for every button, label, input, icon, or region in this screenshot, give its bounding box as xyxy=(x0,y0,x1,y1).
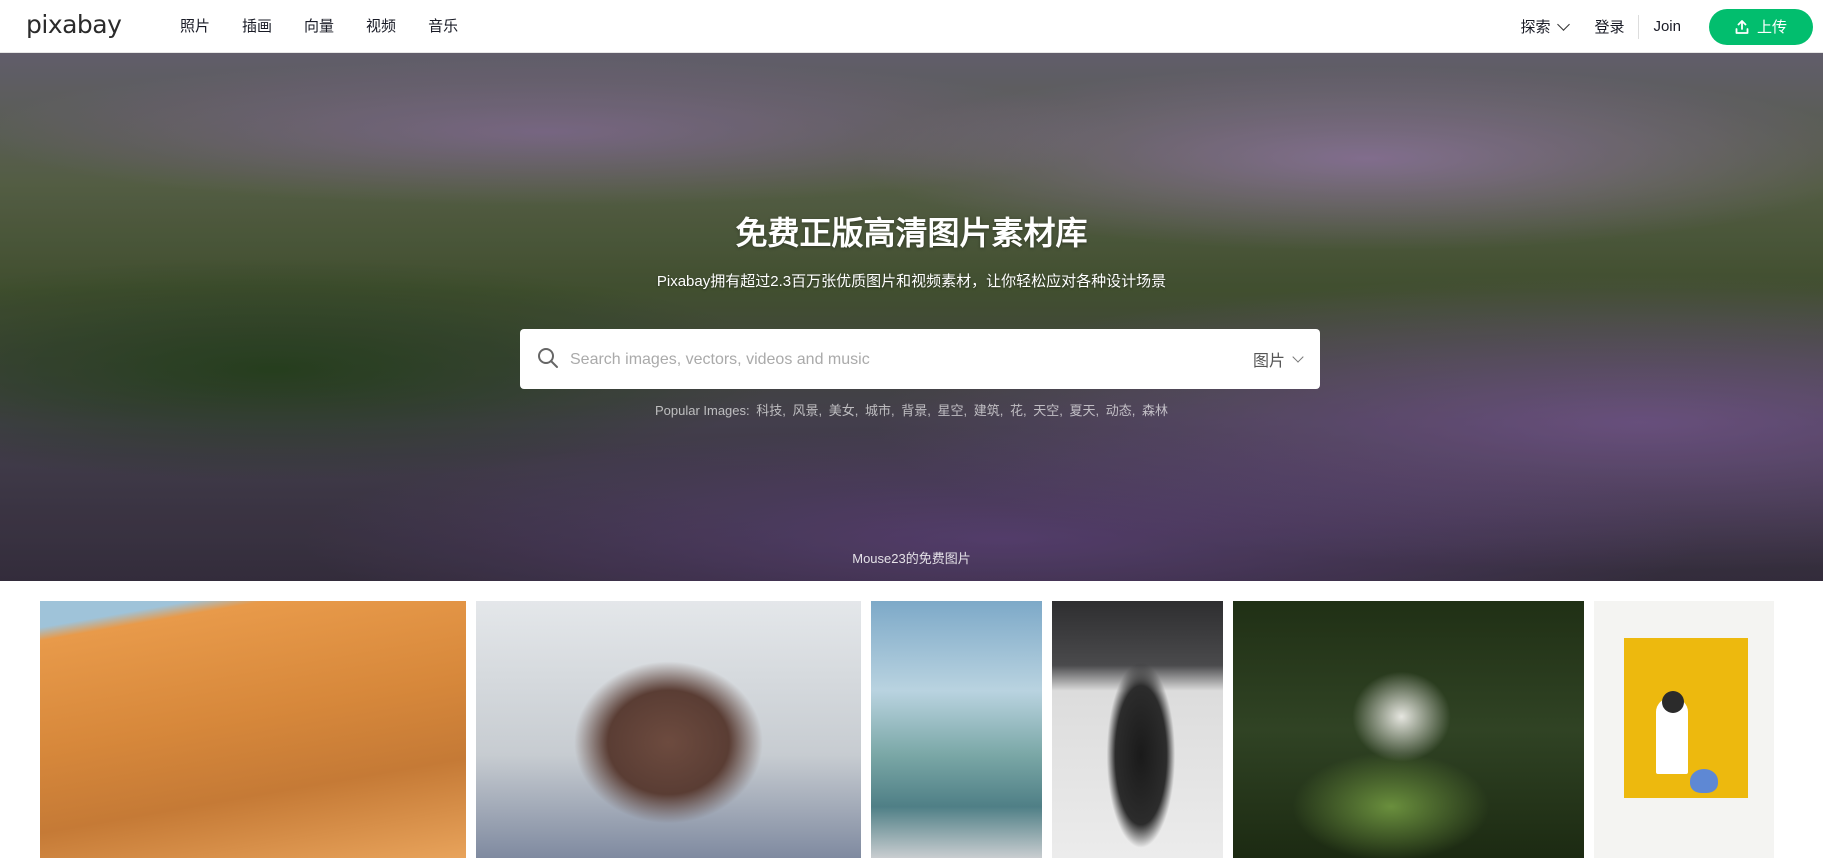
upload-label: 上传 xyxy=(1756,19,1787,36)
popular-tag[interactable]: 星空, xyxy=(938,403,968,418)
image-credit-link[interactable]: Mouse23的免费图片 xyxy=(0,548,1823,567)
nav-vectors[interactable]: 向量 xyxy=(304,0,334,53)
popular-label: Popular Images: xyxy=(654,403,750,418)
popular-tag[interactable]: 夏天, xyxy=(1070,403,1100,418)
hero-title: 免费正版高清图片素材库 xyxy=(735,215,1088,251)
gallery-image-woman[interactable] xyxy=(1052,601,1223,858)
top-navbar: pixabay 照片 插画 向量 视频 音乐 探索 登录 Join 上传 xyxy=(0,0,1823,53)
pixabay-logo[interactable]: pixabay xyxy=(26,10,122,40)
illustration-head xyxy=(1662,691,1684,713)
gallery-image-desert[interactable] xyxy=(40,601,466,858)
search-type-dropdown[interactable]: 图片 xyxy=(1252,329,1304,389)
nav-music[interactable]: 音乐 xyxy=(428,0,458,53)
popular-tag[interactable]: 风景, xyxy=(793,403,823,418)
search-bar: 图片 xyxy=(520,329,1320,391)
popular-tag[interactable]: 建筑, xyxy=(974,403,1004,418)
gallery-image-seascape[interactable] xyxy=(871,601,1042,858)
popular-tag[interactable]: 美女, xyxy=(829,403,859,418)
divider xyxy=(1638,14,1640,39)
explore-dropdown[interactable]: 探索 xyxy=(1520,16,1571,37)
popular-tag[interactable]: 动态, xyxy=(1106,403,1136,418)
explore-label: 探索 xyxy=(1520,19,1551,36)
hero-subtitle: Pixabay拥有超过2.3百万张优质图片和视频素材，让你轻松应对各种设计场景 xyxy=(656,273,1167,290)
search-icon[interactable] xyxy=(536,346,560,370)
nav-videos[interactable]: 视频 xyxy=(366,0,396,53)
nav-photos[interactable]: 照片 xyxy=(180,0,210,53)
login-link[interactable]: 登录 xyxy=(1594,16,1624,37)
popular-tag[interactable]: 科技, xyxy=(756,403,786,418)
image-gallery xyxy=(0,601,1823,859)
chevron-down-icon xyxy=(1557,17,1571,31)
nav-illustrations[interactable]: 插画 xyxy=(242,0,272,53)
main-nav: 照片 插画 向量 视频 音乐 xyxy=(180,0,490,53)
hero-background-image xyxy=(0,53,1823,581)
popular-tag[interactable]: 天空, xyxy=(1033,403,1063,418)
join-link[interactable]: Join xyxy=(1653,18,1681,35)
gallery-image-illustration[interactable] xyxy=(1594,601,1774,858)
popular-images: Popular Images: 科技, 风景, 美女, 城市, 背景, 星空, … xyxy=(0,400,1823,419)
popular-tag[interactable]: 背景, xyxy=(901,403,931,418)
upload-button[interactable]: 上传 xyxy=(1709,8,1813,45)
gallery-image-butterfly[interactable] xyxy=(1233,601,1584,858)
chevron-down-icon xyxy=(1292,350,1304,363)
upload-icon xyxy=(1735,19,1749,34)
search-type-label: 图片 xyxy=(1252,353,1285,370)
header-actions: 探索 登录 Join 上传 xyxy=(1520,0,1813,53)
popular-tag[interactable]: 森林 xyxy=(1142,403,1168,418)
popular-tag[interactable]: 花, xyxy=(1010,403,1027,418)
cat-icon xyxy=(1690,769,1718,793)
popular-tag[interactable]: 城市, xyxy=(865,403,895,418)
hero-banner: 免费正版高清图片素材库 Pixabay拥有超过2.3百万张优质图片和视频素材，让… xyxy=(0,53,1823,581)
search-input[interactable] xyxy=(568,329,1232,391)
gallery-image-flute-player[interactable] xyxy=(476,601,861,858)
